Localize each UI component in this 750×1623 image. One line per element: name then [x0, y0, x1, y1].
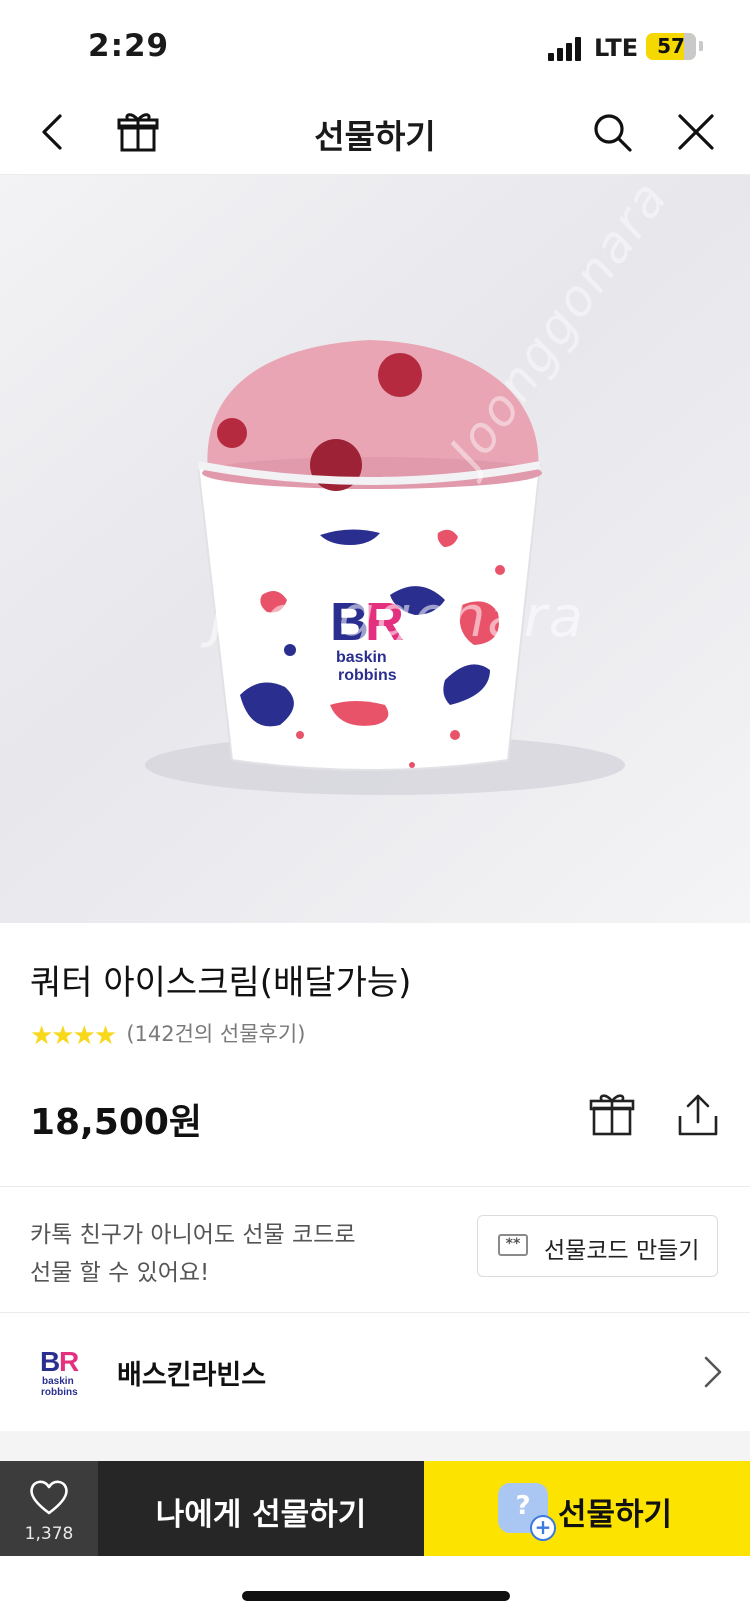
review-count[interactable]: (142건의 선물후기) [126, 1022, 305, 1046]
share-icon[interactable] [674, 1090, 722, 1138]
rating[interactable]: ★★★★ (142건의 선물후기) [30, 1018, 305, 1051]
gift-button-label: 선물하기 [558, 1497, 673, 1533]
battery-icon: 57 [646, 33, 696, 60]
brand-name: 배스킨라빈스 [117, 1360, 267, 1391]
bottom-action-bar: 1,378 나에게 선물하기 ? + 선물하기 [0, 1461, 750, 1556]
product-title: 쿼터 아이스크림(배달가능) [30, 963, 412, 1003]
svg-text:R: R [59, 1346, 79, 1377]
like-button[interactable]: 1,378 [0, 1461, 98, 1556]
gift-to-self-button[interactable]: 나에게 선물하기 [98, 1461, 424, 1556]
create-gift-code-button[interactable]: ** 선물코드 만들기 [477, 1215, 718, 1277]
svg-text:robbins: robbins [338, 667, 397, 684]
page-title: 선물하기 [314, 117, 436, 156]
status-bar: 2:29 LTE 57 [0, 0, 750, 90]
signal-icon [548, 37, 584, 61]
product-image: B R baskin robbins Joonggonara Joonggona… [0, 175, 750, 923]
gift-code-description: 카톡 친구가 아니어도 선물 코드로 선물 할 수 있어요! [30, 1216, 355, 1292]
close-icon[interactable] [672, 108, 720, 156]
search-icon[interactable] [588, 108, 636, 156]
gift-code-description-line1: 카톡 친구가 아니어도 선물 코드로 [30, 1222, 356, 1248]
plus-icon: + [530, 1515, 556, 1541]
battery-level: 57 [657, 34, 685, 58]
price: 18,500원 [30, 1102, 203, 1143]
nav-bar: 선물하기 [0, 90, 750, 175]
gift-to-self-label: 나에게 선물하기 [155, 1497, 367, 1533]
gift-box-icon[interactable] [588, 1090, 636, 1138]
svg-text:baskin: baskin [336, 649, 387, 666]
svg-text:baskin: baskin [42, 1376, 74, 1387]
divider [0, 1186, 750, 1187]
section-spacer [0, 1431, 750, 1461]
battery-nub [699, 41, 703, 51]
brand-row[interactable]: B R baskin robbins 배스킨라빈스 [0, 1313, 750, 1431]
gift-button[interactable]: ? + 선물하기 [424, 1461, 750, 1556]
gift-code-description-line2: 선물 할 수 있어요! [30, 1260, 210, 1286]
rating-stars: ★★★★ [30, 1021, 117, 1051]
like-count: 1,378 [24, 1524, 74, 1544]
brand-logo: B R baskin robbins [40, 1346, 79, 1398]
network-type: LTE [594, 34, 639, 62]
chevron-right-icon [704, 1356, 722, 1388]
gift-friend-icon: ? + [498, 1483, 556, 1541]
create-gift-code-label: 선물코드 만들기 [544, 1238, 700, 1264]
ice-cream-cup-illustration: B R baskin robbins [145, 340, 625, 795]
svg-text:B: B [40, 1346, 60, 1377]
home-indicator [242, 1591, 510, 1601]
svg-text:robbins: robbins [41, 1387, 78, 1398]
watermark: Joonggonara [210, 585, 586, 650]
status-time: 2:29 [88, 28, 170, 64]
gift-code-icon: ** [498, 1234, 528, 1256]
heart-icon [30, 1480, 68, 1515]
